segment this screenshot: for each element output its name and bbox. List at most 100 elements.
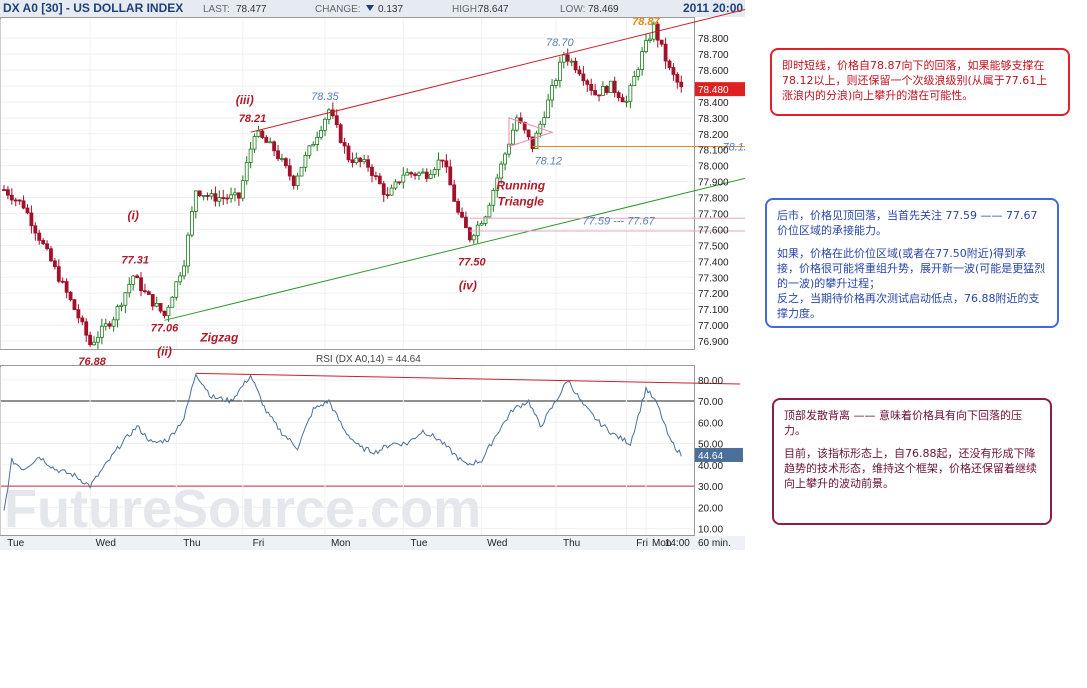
rsi-last-tag-text: 44.64 — [698, 451, 723, 462]
candle-body — [475, 224, 480, 237]
candle-body — [503, 153, 507, 165]
x-tick-label: 60 min. — [698, 538, 731, 549]
candle-body — [221, 197, 226, 199]
candle-body — [487, 204, 492, 218]
candle-body — [546, 99, 551, 119]
candle-body — [424, 171, 429, 179]
price-annotation: 76.88 — [78, 356, 106, 368]
candle-body — [440, 159, 445, 162]
candle-body — [675, 74, 680, 83]
candle-body — [236, 192, 241, 199]
candle-body — [589, 83, 594, 91]
price-annotation: 78.87 — [632, 16, 660, 28]
candle-body — [158, 303, 163, 312]
price-annotation: 78.12 — [535, 156, 563, 168]
price-tick-label: 78.200 — [698, 130, 729, 141]
candle-body — [577, 69, 582, 75]
note-1-line-1: 即时短线，价格自78.87向下的回落，如果能够支撑在78.12以上，则还保留一个… — [782, 59, 1048, 102]
candle-body — [205, 195, 210, 197]
candle-body — [334, 115, 339, 126]
candle-body — [456, 200, 461, 213]
candle-body — [366, 159, 370, 168]
candle-body — [401, 174, 406, 183]
price-tick-label: 77.200 — [698, 289, 729, 300]
price-tick-label: 77.000 — [698, 321, 729, 332]
candle-body — [299, 166, 304, 177]
rsi-tick-label: 10.00 — [698, 525, 723, 536]
watermark-text: FutureSource.com — [4, 479, 481, 539]
rsi-tick-label: 70.00 — [698, 397, 723, 408]
price-tick-label: 77.500 — [698, 241, 729, 252]
candle-body — [573, 60, 578, 71]
candle-body — [561, 54, 566, 63]
candle-body — [131, 275, 136, 285]
candle-body — [616, 92, 621, 98]
candle-body — [197, 190, 202, 196]
candle-body — [593, 90, 598, 96]
rsi-tick-label: 40.00 — [698, 461, 723, 472]
candle-body — [96, 336, 100, 343]
candle-body — [52, 260, 57, 268]
candle-body — [581, 73, 586, 82]
candle-body — [41, 239, 46, 245]
candle-body — [374, 175, 378, 178]
price-annotation: 77.59 --- 77.67 — [583, 216, 656, 228]
price-annotation: Zigzag — [199, 331, 239, 345]
header-datetime: 2011 20:00 — [683, 1, 743, 15]
price-tick-label: 77.400 — [698, 257, 729, 268]
price-annotation: 77.31 — [121, 255, 149, 267]
price-tick-label: 77.600 — [698, 225, 729, 236]
candle-body — [45, 243, 49, 250]
candle-body — [201, 195, 206, 197]
candle-body — [542, 117, 547, 125]
candle-body — [436, 159, 441, 171]
candle-body — [60, 280, 65, 283]
candle-body — [37, 232, 42, 241]
candle-body — [264, 137, 269, 143]
candle-body — [233, 192, 237, 196]
candle-body — [111, 319, 116, 327]
candle-body — [632, 75, 637, 87]
candle-body — [460, 211, 464, 218]
candle-body — [413, 173, 417, 176]
candle-body — [648, 38, 652, 41]
candle-body — [68, 291, 73, 301]
candle-body — [471, 235, 476, 241]
price-tick-label: 77.900 — [698, 178, 729, 189]
candle-body — [92, 341, 96, 346]
candle-body — [315, 136, 320, 145]
rsi-tick-label: 20.00 — [698, 503, 723, 514]
candle-body — [80, 317, 85, 323]
candle-body — [193, 190, 198, 212]
candle-body — [256, 130, 261, 137]
note-rsi-divergence: 顶部发散背离 —— 意味着价格具有向下回落的压力。 目前，该指标形态上，自76.… — [772, 398, 1052, 525]
price-annotation: 77.06 — [151, 323, 179, 335]
candle-body — [49, 248, 53, 262]
candle-body — [146, 291, 151, 295]
candle-body — [213, 193, 218, 202]
candle-body — [444, 160, 449, 168]
candle-body — [162, 310, 167, 317]
candle-body — [291, 175, 296, 186]
candle-body — [597, 94, 601, 97]
rsi-tick-label: 80.00 — [698, 376, 723, 387]
candle-body — [479, 222, 484, 226]
candle-body — [330, 109, 335, 117]
note-short-term: 即时短线，价格自78.87向下的回落，如果能够支撑在78.12以上，则还保留一个… — [770, 48, 1070, 116]
price-annotation: (iii) — [236, 93, 254, 107]
candle-body — [25, 207, 30, 214]
candle-body — [389, 187, 394, 196]
candle-body — [139, 277, 143, 292]
chart-svg: DX A0 [30] - US DOLLAR INDEX LAST: 78.47… — [0, 0, 770, 550]
candle-body — [178, 275, 183, 283]
candle-body — [585, 80, 590, 85]
candle-body — [225, 197, 230, 200]
candle-body — [84, 321, 89, 336]
price-tick-label: 78.600 — [698, 66, 729, 77]
candle-body — [303, 154, 308, 168]
candle-body — [252, 136, 257, 150]
note-2-line-2: 如果，价格在此价位区域(或者在77.50附近)得到承接，价格很可能将重组升势，展… — [777, 247, 1046, 320]
candle-body — [99, 325, 104, 338]
price-annotation: Running — [496, 179, 545, 193]
candle-body — [190, 211, 194, 236]
